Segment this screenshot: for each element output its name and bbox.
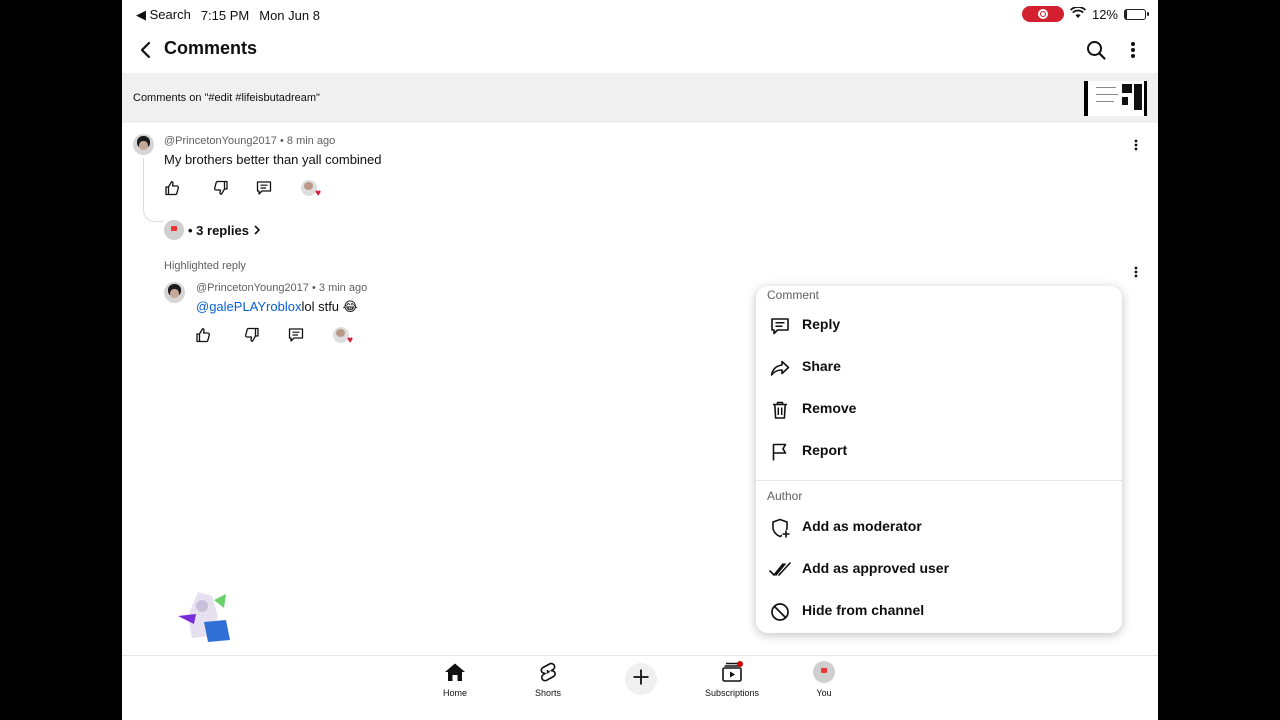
double-check-icon [769,559,791,581]
comment-author[interactable]: @PrincetonYoung2017 [164,135,277,147]
comment-menu-icon[interactable] [1128,135,1144,155]
nav-you[interactable]: You [789,660,859,700]
avatar [164,220,184,240]
like-icon[interactable] [162,178,182,198]
menu-item-hide-from-channel[interactable]: Hide from channel [756,591,1122,631]
flag-icon [769,441,791,463]
dislike-icon[interactable] [242,325,262,345]
menu-item-label: Hide from channel [802,602,925,618]
avatar [812,660,836,684]
nav-home[interactable]: Home [420,660,490,700]
chevron-right-icon [253,223,261,238]
creator-heart-icon: ♥ [333,327,353,346]
nav-label: Subscriptions [704,688,760,698]
menu-item-label: Remove [802,400,857,416]
comment-time: 8 min ago [286,135,336,147]
menu-item-label: Add as moderator [802,518,922,534]
comment-meta: @PrincetonYoung2017 • 8 min ago [164,135,336,147]
menu-item-label: Share [802,358,841,374]
menu-heading-comment: Comment [767,288,820,302]
status-time: 7:15 PM [200,7,250,23]
plus-icon [632,668,650,691]
highlighted-reply-label: Highlighted reply [164,260,246,272]
mention-link[interactable]: @galePLAYroblox [196,299,301,314]
home-icon [443,660,467,684]
nav-label: Home [442,688,467,698]
comment-action-menu: Comment Reply Share Remove Report Author… [756,286,1122,633]
menu-divider [756,480,1122,481]
header: Comments [122,28,1158,72]
corner-indicator-icon [1140,702,1154,716]
reply-time: 3 min ago [318,282,368,294]
nav-label: You [816,688,832,698]
thread-connector [143,158,163,222]
reply-icon [769,315,791,337]
reply-body: lol stfu 😂 [301,299,358,314]
wifi-icon [1069,5,1086,22]
menu-item-label: Reply [802,316,841,332]
shield-plus-icon [769,517,791,539]
menu-item-label: Report [802,442,848,458]
menu-item-label: Add as approved user [802,560,950,576]
video-thumbnail[interactable] [1084,81,1147,116]
back-arrow-icon[interactable] [132,36,160,64]
nav-label: Shorts [534,688,561,698]
sticker-image [174,586,234,644]
more-vert-icon[interactable] [1120,36,1146,64]
trash-icon [769,399,791,421]
reply-author[interactable]: @PrincetonYoung2017 [196,282,309,294]
reply-meta: @PrincetonYoung2017 • 3 min ago [196,282,368,294]
battery-percent: 12% [1091,6,1118,22]
status-bar: ◀ Search 7:15 PM Mon Jun 8 12% [122,0,1158,28]
reply-text: @galePLAYrobloxlol stfu 😂 [196,299,358,315]
app-screen: ◀ Search 7:15 PM Mon Jun 8 12% Comments … [122,0,1158,720]
create-button[interactable] [625,663,657,695]
avatar[interactable] [133,134,154,155]
reply-menu-icon[interactable] [1128,262,1144,282]
reply-icon[interactable] [254,178,274,198]
menu-item-share[interactable]: Share [756,347,1122,387]
menu-item-remove[interactable]: Remove [756,389,1122,429]
nav-subscriptions[interactable]: Subscriptions [697,660,767,700]
nav-shorts[interactable]: Shorts [513,660,583,700]
menu-heading-author: Author [767,489,803,503]
shorts-icon [536,660,560,684]
dislike-icon[interactable] [211,178,231,198]
menu-item-add-moderator[interactable]: Add as moderator [756,507,1122,547]
menu-item-add-approved-user[interactable]: Add as approved user [756,549,1122,589]
share-icon [769,357,791,379]
view-replies-button[interactable]: • 3 replies [164,219,261,241]
menu-item-reply[interactable]: Reply [756,305,1122,345]
search-icon[interactable] [1082,36,1110,64]
video-context-bar[interactable]: Comments on "#edit #lifeisbutadream" [122,73,1158,123]
back-to-app-link[interactable]: ◀ Search [136,7,191,23]
creator-heart-icon: ♥ [301,180,321,199]
subscriptions-icon [720,660,744,684]
bottom-nav: Home Shorts Subscriptions You [122,655,1158,720]
avatar[interactable] [164,282,185,303]
page-title: Comments [164,38,258,58]
reply-icon[interactable] [286,325,306,345]
screen-recording-icon[interactable] [1021,6,1064,22]
notification-dot [737,661,743,667]
comment-text: My brothers better than yall combined [164,152,382,167]
block-icon [769,601,791,623]
like-icon[interactable] [193,325,213,345]
battery-icon [1124,8,1149,20]
menu-item-report[interactable]: Report [756,431,1122,471]
status-date: Mon Jun 8 [259,7,320,23]
video-context-text: Comments on "#edit #lifeisbutadream" [133,92,320,104]
replies-count: • 3 replies [188,222,249,238]
